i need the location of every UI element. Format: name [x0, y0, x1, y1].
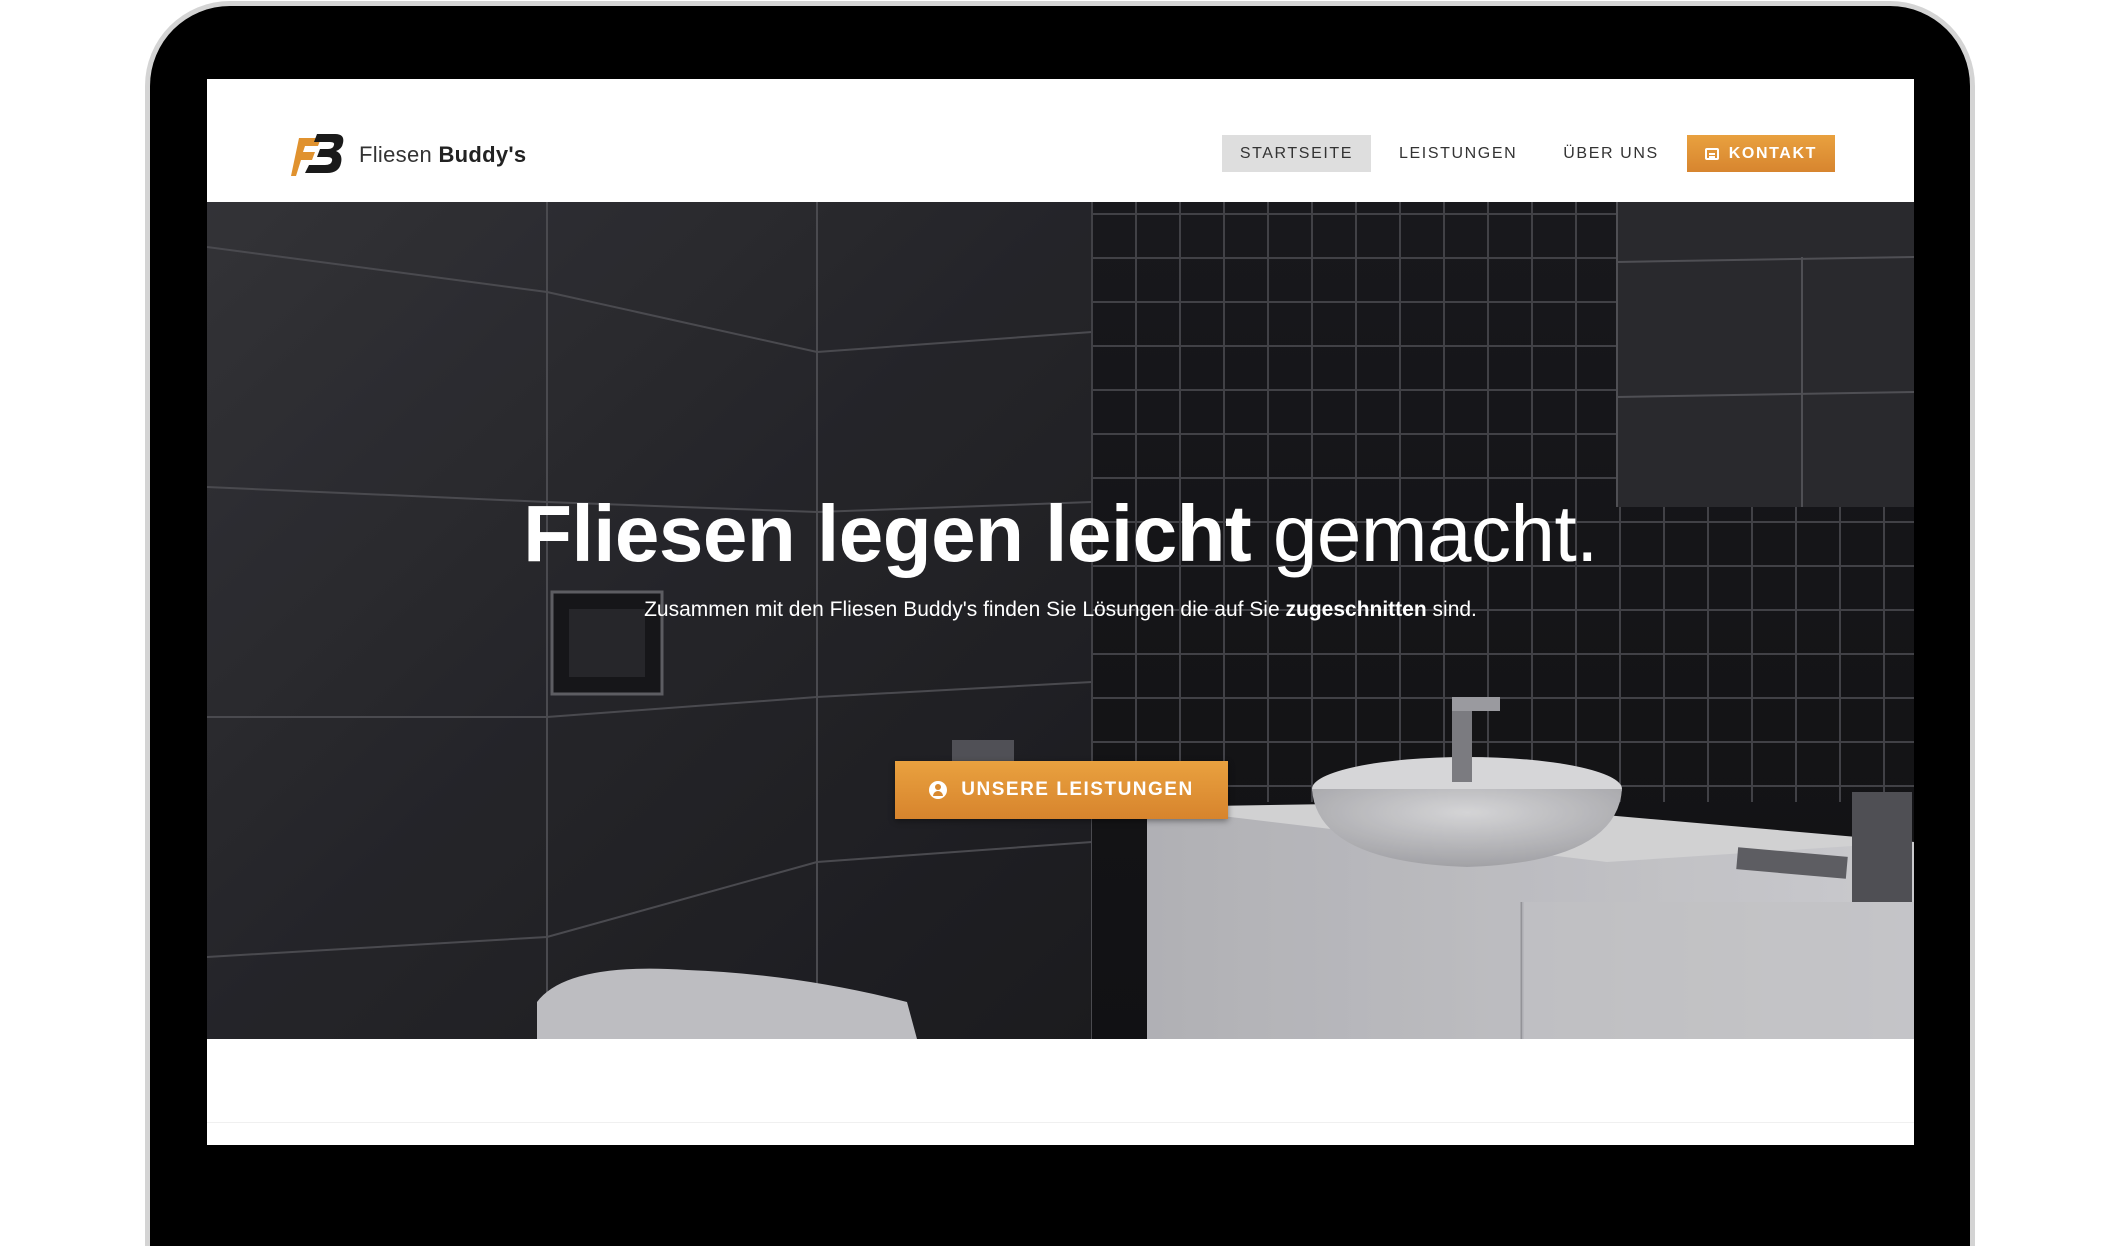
subline-bold: zugeschnitten — [1285, 598, 1427, 621]
browser-screen: Fliesen Buddy's STARTSEITE LEISTUNGEN ÜB… — [207, 79, 1914, 1145]
credit-card-icon — [1704, 147, 1719, 160]
nav-item-startseite[interactable]: STARTSEITE — [1221, 135, 1372, 172]
hero-subline: Zusammen mit den Fliesen Buddy's finden … — [207, 598, 1914, 622]
hero-headline: Fliesen legen leicht gemacht. — [207, 488, 1914, 580]
brand-logo[interactable] — [291, 130, 345, 180]
nav-item-leistungen[interactable]: LEISTUNGEN — [1381, 135, 1535, 172]
nav-item-ueber-uns[interactable]: ÜBER UNS — [1545, 135, 1676, 172]
navbar: Fliesen Buddy's STARTSEITE LEISTUNGEN ÜB… — [207, 79, 1914, 202]
headline-light-part: gemacht. — [1272, 489, 1599, 578]
unsere-leistungen-button[interactable]: UNSERE LEISTUNGEN — [895, 761, 1228, 819]
user-circle-icon — [929, 781, 948, 799]
section-divider — [207, 1122, 1914, 1123]
unsere-leistungen-label: UNSERE LEISTUNGEN — [961, 779, 1194, 800]
subline-post: sind. — [1432, 598, 1477, 621]
main-nav: STARTSEITE LEISTUNGEN ÜBER UNS KONTAKT — [1212, 135, 1835, 172]
brand-name-regular: Fliesen — [359, 142, 433, 167]
headline-bold-part: Fliesen legen leicht — [523, 489, 1252, 578]
kontakt-button[interactable]: KONTAKT — [1686, 135, 1835, 172]
kontakt-label: KONTAKT — [1728, 145, 1817, 162]
content-area — [207, 1039, 1914, 1145]
subline-pre: Zusammen mit den Fliesen Buddy's finden … — [644, 598, 1280, 621]
brand-name[interactable]: Fliesen Buddy's — [359, 142, 526, 168]
hero-section: Fliesen legen leicht gemacht. Zusammen m… — [207, 202, 1914, 1039]
brand-name-bold: Buddy's — [438, 142, 527, 167]
